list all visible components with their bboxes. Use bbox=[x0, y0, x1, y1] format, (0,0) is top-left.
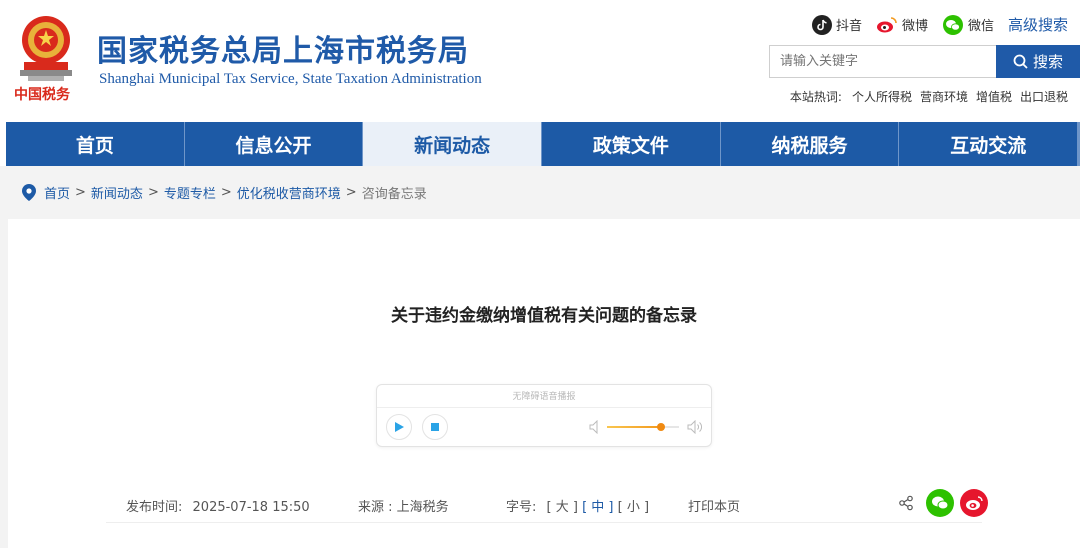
volume-slider[interactable] bbox=[607, 423, 679, 431]
share-bar bbox=[898, 489, 988, 517]
volume-slider-handle[interactable] bbox=[657, 423, 665, 431]
wechat-label: 微信 bbox=[967, 19, 994, 34]
site-header: 中国税务 国家税务总局上海市税务局 Shanghai Municipal Tax… bbox=[0, 0, 1080, 122]
publish-value: 2025-07-18 15:50 bbox=[192, 500, 310, 515]
hot-keyword[interactable]: 增值税 bbox=[976, 88, 1012, 105]
weibo-label: 微博 bbox=[901, 19, 928, 34]
breadcrumb-topics[interactable]: 专题专栏 bbox=[164, 183, 216, 202]
wechat-link[interactable]: 微信 bbox=[942, 14, 994, 35]
nav-item-info-disclosure[interactable]: 信息公开 bbox=[185, 122, 364, 166]
breadcrumb: 首页 > 新闻动态 > 专题专栏 > 优化税收营商环境 > 咨询备忘录 bbox=[22, 183, 427, 202]
main-nav: 首页 信息公开 新闻动态 政策文件 纳税服务 互动交流 bbox=[0, 122, 1080, 166]
search-button[interactable]: 搜索 bbox=[996, 45, 1080, 78]
hot-keyword[interactable]: 营商环境 bbox=[920, 88, 968, 105]
font-size-control: 字号: [ 大 ] [ 中 ] [ 小 ] bbox=[506, 496, 649, 515]
breadcrumb-separator: > bbox=[345, 185, 357, 200]
source-value: 上海税务 bbox=[396, 500, 449, 515]
breadcrumb-current: 咨询备忘录 bbox=[361, 187, 427, 202]
nav-item-home[interactable]: 首页 bbox=[0, 122, 185, 166]
hot-keywords-label: 本站热词: bbox=[789, 90, 842, 104]
stop-button[interactable] bbox=[422, 414, 448, 440]
article-meta: 发布时间: 2025-07-18 15:50 来源 : 上海税务 字号: [ 大… bbox=[106, 489, 988, 523]
weibo-link[interactable]: 微博 bbox=[876, 15, 928, 34]
publish-time: 发布时间: 2025-07-18 15:50 bbox=[126, 496, 310, 515]
site-subtitle: Shanghai Municipal Tax Service, State Ta… bbox=[99, 71, 482, 87]
wechat-icon bbox=[932, 496, 949, 510]
nav-item-policy[interactable]: 政策文件 bbox=[542, 122, 721, 166]
play-icon bbox=[395, 422, 404, 432]
douyin-icon bbox=[811, 14, 832, 35]
audio-player: 无障碍语音播报 bbox=[376, 384, 712, 447]
emblem-caption: 中国税务 bbox=[14, 87, 70, 103]
source: 来源 : 上海税务 bbox=[358, 496, 449, 515]
hot-keyword[interactable]: 出口退税 bbox=[1020, 88, 1068, 105]
social-links: 抖音 微博 微信 高级搜索 bbox=[798, 14, 1068, 35]
share-icon[interactable] bbox=[898, 495, 914, 511]
publish-label: 发布时间: bbox=[126, 500, 183, 515]
weibo-icon bbox=[966, 496, 983, 510]
font-size-medium[interactable]: [ 中 ] bbox=[582, 500, 613, 515]
breadcrumb-home[interactable]: 首页 bbox=[44, 183, 70, 202]
volume-mute-icon[interactable] bbox=[589, 420, 601, 434]
nav-item-news[interactable]: 新闻动态 bbox=[363, 122, 543, 166]
share-wechat-button[interactable] bbox=[926, 489, 954, 517]
volume-slider-fill bbox=[607, 426, 661, 428]
stop-icon bbox=[431, 423, 439, 431]
player-divider bbox=[377, 407, 711, 408]
location-pin-icon bbox=[22, 184, 36, 201]
breadcrumb-business-env[interactable]: 优化税收营商环境 bbox=[237, 183, 341, 202]
article-panel: 关于违约金缴纳增值税有关问题的备忘录 无障碍语音播报 发布时间: 2025-07… bbox=[8, 219, 1080, 548]
hot-keyword[interactable]: 个人所得税 bbox=[852, 88, 912, 105]
weibo-icon bbox=[876, 16, 897, 32]
wechat-icon bbox=[942, 14, 963, 35]
print-link[interactable]: 打印本页 bbox=[688, 496, 740, 515]
douyin-link[interactable]: 抖音 bbox=[811, 14, 862, 35]
site-title[interactable]: 国家税务总局上海市税务局 bbox=[97, 26, 469, 70]
source-label: 来源 : bbox=[358, 500, 393, 515]
volume-up-icon[interactable] bbox=[687, 420, 703, 434]
font-size-label: 字号: bbox=[506, 500, 537, 515]
breadcrumb-separator: > bbox=[75, 185, 86, 200]
search-icon bbox=[1013, 54, 1028, 69]
search-button-label: 搜索 bbox=[1032, 53, 1063, 71]
breadcrumb-separator: > bbox=[147, 185, 159, 200]
search-input[interactable] bbox=[769, 45, 996, 78]
nav-item-interaction[interactable]: 互动交流 bbox=[899, 122, 1080, 166]
font-size-small[interactable]: [ 小 ] bbox=[618, 500, 649, 515]
tax-emblem-logo[interactable]: 中国税务 bbox=[10, 10, 82, 108]
breadcrumb-separator: > bbox=[220, 185, 232, 200]
nav-item-tax-service[interactable]: 纳税服务 bbox=[721, 122, 900, 166]
player-label: 无障碍语音播报 bbox=[512, 392, 576, 402]
advanced-search-link[interactable]: 高级搜索 bbox=[1008, 14, 1068, 35]
breadcrumb-news[interactable]: 新闻动态 bbox=[91, 183, 143, 202]
play-button[interactable] bbox=[386, 414, 412, 440]
article-title: 关于违约金缴纳增值税有关问题的备忘录 bbox=[391, 306, 697, 326]
douyin-label: 抖音 bbox=[835, 19, 862, 34]
font-size-large[interactable]: [ 大 ] bbox=[547, 500, 578, 515]
share-weibo-button[interactable] bbox=[960, 489, 988, 517]
hot-keywords: 本站热词: 个人所得税 营商环境 增值税 出口退税 bbox=[790, 88, 1068, 105]
